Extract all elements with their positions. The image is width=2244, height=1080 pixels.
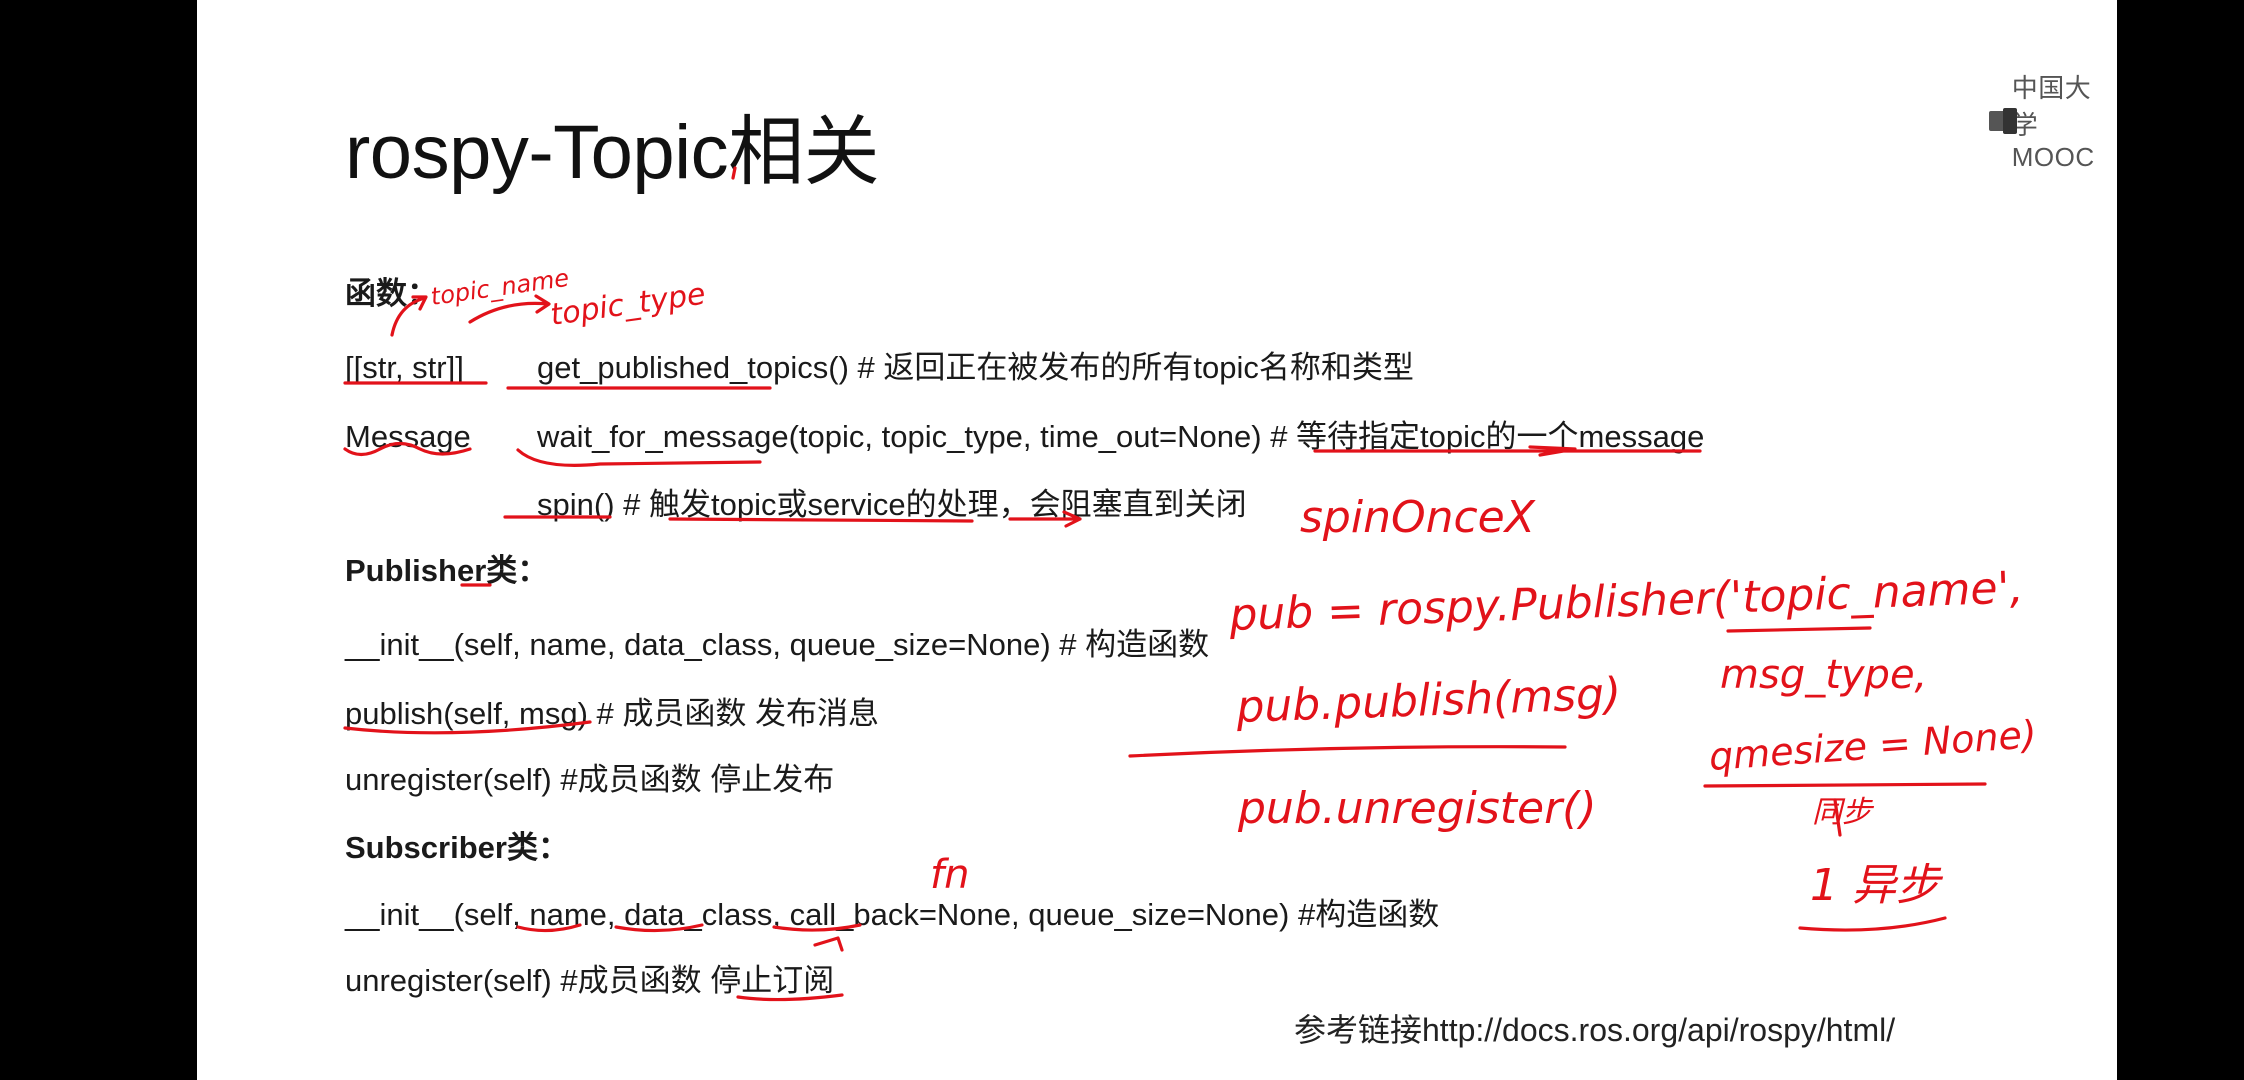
subscriber-heading: Subscriber类： (345, 822, 569, 867)
publisher-method: publish(self, msg) # 成员函数 发布消息 (345, 696, 879, 731)
function-signature: spin() # 触发topic或service的处理，会阻塞直到关闭 (537, 487, 1247, 522)
function-row: Message wait_for_message(topic, topic_typ… (345, 411, 1704, 456)
subscriber-method: __init__(self, name, data_class, call_ba… (345, 897, 1440, 932)
mooc-logo: 中国大学MOOC (1989, 68, 2117, 173)
subscriber-heading-label: Subscriber类： (345, 830, 569, 865)
function-signature: get_published_topics() # 返回正在被发布的所有topic… (537, 350, 1414, 385)
return-type: [[str, str]] (345, 350, 464, 385)
slide-title: rospy-Topic相关 (345, 110, 880, 195)
subscriber-method: unregister(self) #成员函数 停止订阅 (345, 963, 835, 998)
functions-heading: 函数： (345, 268, 438, 313)
function-row: [[str, str]] get_published_topics() # 返回正… (345, 342, 1414, 387)
function-row: spin() # 触发topic或service的处理，会阻塞直到关闭 (345, 479, 1247, 524)
mooc-logo-text: 中国大学MOOC (2011, 73, 2095, 172)
mooc-logo-icon (1989, 107, 2017, 134)
left-black-bar (0, 0, 197, 1080)
reference-link-text: 参考链接http://docs.ros.org/api/rospy/html/ (1294, 1012, 1896, 1048)
return-type: Message (345, 419, 471, 454)
functions-heading-label: 函数： (345, 276, 438, 311)
right-black-bar (2117, 0, 2244, 1080)
publisher-method: __init__(self, name, data_class, queue_s… (345, 627, 1210, 662)
function-signature: wait_for_message(topic, topic_type, time… (537, 419, 1705, 454)
publisher-method: unregister(self) #成员函数 停止发布 (345, 762, 835, 797)
publisher-heading: Publisher类： (345, 545, 548, 590)
publisher-heading-label: Publisher类： (345, 553, 549, 588)
